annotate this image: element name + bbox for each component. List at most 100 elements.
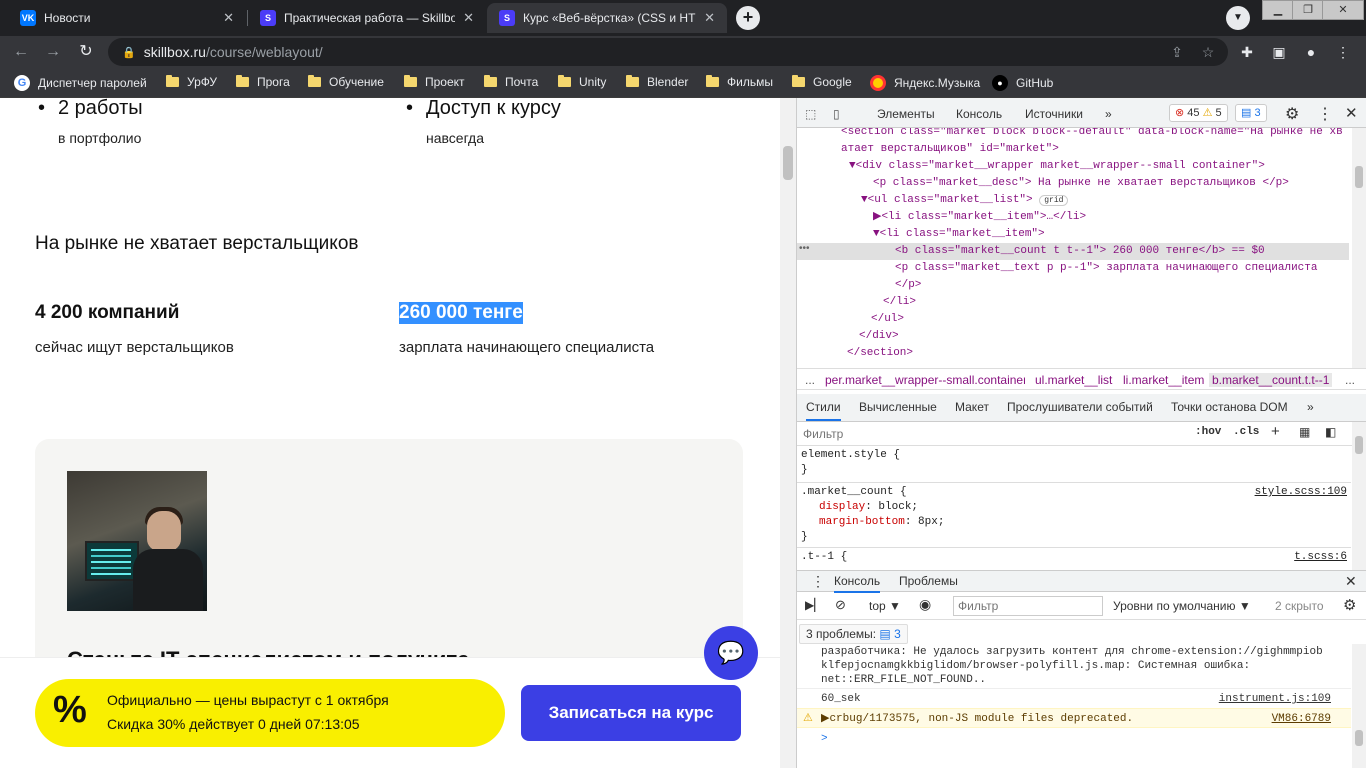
star-icon[interactable]: ☆ [1197,41,1219,63]
dom-node[interactable]: <section class="market block block--defa… [797,128,1349,141]
close-icon[interactable]: ✕ [463,10,474,26]
bookmark-obuchenie[interactable]: Обучение [308,75,384,89]
bookmark-github[interactable]: ● GitHub [992,75,1053,91]
grid-badge[interactable]: grid [1039,195,1069,206]
source-link[interactable]: instrument.js:109 [1219,692,1331,706]
settings-icon[interactable]: ⚙ [1343,596,1356,614]
new-tab-button[interactable]: + [736,6,760,30]
bookmark-pochta[interactable]: Почта [484,75,538,89]
tab-practice[interactable]: S Практическая работа — Skillbox ✕ [248,3,486,33]
maximize-button[interactable]: ❐ [1292,0,1324,20]
log-levels-select[interactable]: Уровни по умолчанию ▼ [1113,599,1251,613]
console-warning[interactable]: ⚠ ▶crbug/1173575, non-JS module files dep… [797,708,1351,728]
breadcrumb-item[interactable]: ul.market__list [1035,373,1112,387]
dom-node[interactable]: </li> [797,294,1349,311]
issues-badge[interactable]: ⊗ 45 ⚠ 5 [1169,104,1228,122]
address-bar[interactable]: 🔒 skillbox.ru /course/weblayout/ [108,38,1228,66]
breadcrumb-item-active[interactable]: b.market__count.t.t--1 [1209,373,1333,387]
breadcrumb-item[interactable]: per.market__wrapper--small.container [825,373,1025,387]
tab-elements[interactable]: Элементы [877,107,935,121]
bookmark-proekt[interactable]: Проект [404,75,465,89]
issues-link[interactable]: 3 проблемы: ▤ 3 [799,624,908,644]
paint-icon[interactable]: ▦ [1299,425,1310,439]
share-icon[interactable]: ⇪ [1166,41,1188,63]
dom-node[interactable]: </ul> [797,311,1349,328]
dom-node[interactable]: ▶<li class="market__item">…</li> [797,209,1349,226]
tab-console[interactable]: Консоль [956,107,1002,121]
tab-computed[interactable]: Вычисленные [859,400,937,414]
drawer-tab-console[interactable]: Консоль [834,574,881,593]
close-icon[interactable]: ✕ [1345,573,1357,590]
dom-node[interactable]: атает верстальщиков" id="market"> [797,141,1349,158]
rule-element-style[interactable]: element.style { [797,448,1351,463]
close-icon[interactable]: ✕ [1345,104,1358,122]
dom-node-selected[interactable]: <b class="market__count t t--1"> 260 000… [797,243,1349,260]
dom-scrollbar[interactable] [1352,128,1366,368]
styles-filter-input[interactable] [801,424,1181,443]
tab-layout[interactable]: Макет [955,400,989,414]
cls-toggle[interactable]: .cls [1233,426,1259,438]
extensions-icon[interactable]: ✚ [1236,41,1258,63]
source-link[interactable]: VM86:6789 [1272,709,1331,729]
styles-scrollbar[interactable] [1352,422,1366,570]
eye-icon[interactable]: ◉ [919,596,931,613]
bookmark-urfu[interactable]: УрФУ [166,75,217,89]
more-tabs-icon[interactable]: » [1307,400,1314,414]
ellipsis-icon[interactable]: ••• [799,243,810,254]
breadcrumb-item[interactable]: li.market__item [1123,373,1204,387]
enroll-button[interactable]: Записаться на курс [521,685,741,741]
dom-node[interactable]: ▼<ul class="market__list"> grid [797,192,1349,209]
tab-course[interactable]: S Курс «Веб-вёрстка» (CSS и HTML ✕ [487,3,727,33]
dom-node[interactable]: ▼<li class="market__item"> [797,226,1349,243]
tab-novosti[interactable]: VK Новости ✕ [8,3,246,33]
tab-sources[interactable]: Источники [1025,107,1083,121]
more-icon[interactable]: ⋮ [1317,104,1333,124]
rule-source-link[interactable]: style.scss:109 [1255,485,1347,500]
chat-icon[interactable]: 💬 [704,626,758,680]
close-window-button[interactable]: ✕ [1322,0,1364,20]
console-scrollbar[interactable] [1352,644,1366,768]
messages-badge[interactable]: ▤ 3 [1235,104,1267,122]
dom-node[interactable]: <p class="market__desc"> На рынке не хва… [797,175,1349,192]
context-select[interactable]: top ▼ [869,599,901,613]
page-scrollbar[interactable] [780,98,796,768]
close-icon[interactable]: ✕ [704,10,715,26]
dom-node[interactable]: </section> [797,345,1349,362]
bookmark-google[interactable]: Google [792,75,852,89]
device-toggle-icon[interactable]: ▯ [833,107,840,121]
dom-node[interactable]: </p> [797,277,1349,294]
rule-property[interactable]: margin-bottom: 8px; [797,515,1351,530]
profile-icon[interactable]: ● [1300,41,1322,63]
drawer-tab-issues[interactable]: Проблемы [899,574,958,588]
console-filter-input[interactable] [953,596,1103,616]
settings-icon[interactable]: ⚙ [1285,104,1299,124]
sidebar-toggle-icon[interactable]: ▶▏ [805,598,823,612]
tab-event-listeners[interactable]: Прослушиватели событий [1007,400,1153,414]
menu-icon[interactable]: ⋮ [1332,41,1354,63]
bookmark-passwords[interactable]: G Диспетчер паролей [14,75,147,91]
bookmark-yandex-music[interactable]: Яндекс.Музыка [870,75,980,91]
dom-node[interactable]: <p class="market__text p p--1"> зарплата… [797,260,1349,277]
plus-icon[interactable]: + [1271,423,1280,440]
clear-console-icon[interactable]: ⊘ [835,597,846,613]
tab-dom-breakpoints[interactable]: Точки останова DOM [1171,400,1288,414]
bookmark-filmy[interactable]: Фильмы [706,75,773,89]
dom-node[interactable]: ▼<div class="market__wrapper market__wra… [797,158,1349,175]
bookmark-proga[interactable]: Прога [236,75,290,89]
close-icon[interactable]: ✕ [223,10,234,26]
reload-icon[interactable]: ↻ [75,41,97,63]
rule-selector[interactable]: .t--1 {t.scss:6 [797,550,1351,565]
rule-selector[interactable]: .market__count {style.scss:109 [797,485,1351,500]
drawer-menu-icon[interactable]: ⋮ [811,573,825,590]
dom-node[interactable]: </div> [797,328,1349,345]
back-icon[interactable]: ← [10,41,32,63]
forward-icon[interactable]: → [42,41,64,63]
more-tabs-icon[interactable]: » [1105,107,1112,121]
rule-property[interactable]: display: block; [797,500,1351,515]
tab-search-icon[interactable]: ▼ [1226,6,1250,30]
rule-source-link[interactable]: t.scss:6 [1294,550,1347,565]
minimize-button[interactable]: ▁ [1262,0,1294,20]
inspect-icon[interactable]: ⬚ [805,107,816,121]
hov-toggle[interactable]: :hov [1195,426,1221,438]
side-panel-icon[interactable]: ▣ [1268,41,1290,63]
